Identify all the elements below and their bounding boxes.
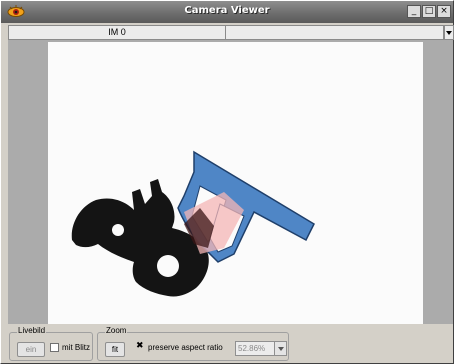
maximize-button[interactable]: □ [422, 5, 436, 18]
image-tab-bar: IM 0 [8, 25, 454, 40]
livebild-group-label: Livebild [17, 326, 47, 335]
zoom-level-value: 52.86% [238, 344, 266, 353]
chevron-down-icon[interactable] [274, 342, 286, 355]
left-frame [1, 24, 8, 324]
preserve-aspect-label[interactable]: preserve aspect ratio [148, 343, 223, 352]
mit-blitz-label[interactable]: mit Blitz [62, 343, 90, 352]
title-bar[interactable]: Camera Viewer _ □ × [1, 1, 453, 23]
tab-dropdown-button[interactable] [444, 25, 454, 40]
zoom-group-label: Zoom [105, 326, 128, 335]
part-hole-small [112, 224, 124, 236]
fit-button[interactable]: fit [105, 342, 125, 357]
tab-empty[interactable] [226, 25, 444, 40]
tab-im0[interactable]: IM 0 [8, 25, 226, 40]
livebild-group: Livebild ein mit Blitz [9, 326, 93, 361]
ein-button[interactable]: ein [17, 342, 45, 357]
zoom-group: Zoom fit preserve aspect ratio 52.86% [97, 326, 289, 361]
camera-image[interactable] [48, 42, 423, 324]
close-button[interactable]: × [437, 5, 451, 18]
preserve-aspect-checkbox[interactable] [136, 341, 145, 352]
mit-blitz-checkbox[interactable] [50, 343, 59, 352]
zoom-level-select[interactable]: 52.86% [235, 341, 287, 356]
camera-image-graphic [71, 150, 315, 297]
part-hole-large [157, 255, 179, 277]
window-title: Camera Viewer [184, 5, 270, 16]
image-viewer[interactable] [8, 40, 453, 324]
camera-viewer-window: Camera Viewer _ □ × IM 0 Livebild ein mi… [0, 0, 454, 364]
minimize-button[interactable]: _ [407, 5, 421, 18]
